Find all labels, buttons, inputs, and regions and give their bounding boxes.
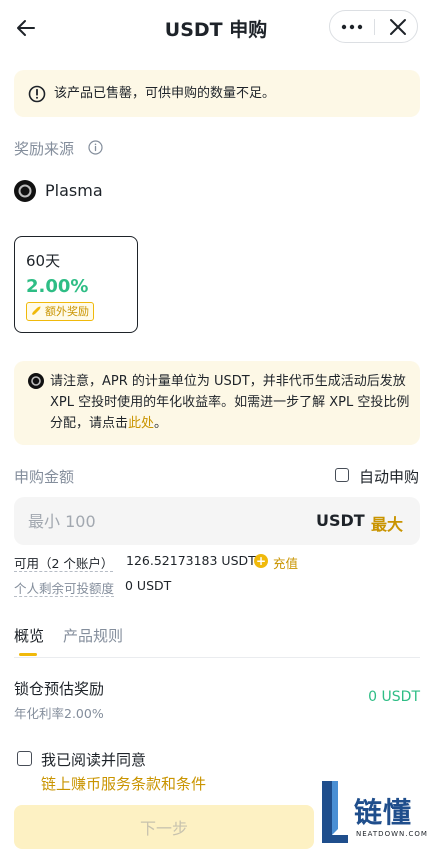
tab-overview[interactable]: 概览	[14, 625, 44, 646]
rocket-icon	[32, 306, 41, 315]
extra-reward-label: 额外奖励	[45, 305, 89, 318]
sold-out-alert: 该产品已售罄，可供申购的数量不足。	[14, 70, 420, 117]
apr-notice: 请注意，APR 的计量单位为 USDT，并非代币生成活动后发放 XPL 空投时使…	[14, 361, 420, 445]
amount-input[interactable]	[14, 497, 294, 545]
watermark-en-text: NEATDOWN.COM	[356, 830, 428, 838]
amount-unit: USDT	[316, 511, 365, 530]
pill-divider	[374, 19, 375, 35]
watermark-l-icon	[322, 781, 348, 843]
auto-subscribe-checkbox[interactable]	[335, 468, 349, 482]
nav-action-pill	[329, 10, 418, 43]
agreement-label: 我已阅读并同意	[41, 751, 147, 769]
terms-link[interactable]: 链上赚币服务条款和条件	[41, 773, 206, 794]
lock-reward-title: 锁仓预估奖励	[14, 680, 105, 698]
available-value: 126.52173183 USDT	[126, 553, 256, 568]
notice-text-end: 。	[154, 416, 168, 431]
reward-source-label: 奖励来源	[14, 140, 75, 158]
tab-product-rules[interactable]: 产品规则	[63, 625, 123, 646]
notice-text-body: 请注意，APR 的计量单位为 USDT，并非代币生成活动后发放 XPL 空投时使…	[50, 374, 410, 431]
available-label[interactable]: 可用（2 个账户）	[14, 556, 114, 572]
available-balance-row: 可用（2 个账户） 126.52173183 USDT + 充值	[14, 553, 298, 573]
lock-reward-value: 0 USDT	[368, 689, 420, 705]
close-icon[interactable]	[386, 15, 410, 39]
more-dots-icon[interactable]	[340, 19, 364, 35]
duration-rate: 2.00%	[26, 276, 89, 297]
max-button[interactable]: 最大	[371, 511, 403, 535]
info-icon[interactable]	[88, 140, 103, 155]
tab-bar: 概览 产品规则	[14, 625, 420, 658]
plasma-logo-icon	[28, 373, 44, 389]
amount-input-box: USDT 最大	[14, 497, 420, 545]
recharge-link[interactable]: 充值	[273, 553, 298, 572]
alert-text: 该产品已售罄，可供申购的数量不足。	[54, 86, 276, 101]
remaining-quota-label[interactable]: 个人剩余可投额度	[14, 581, 115, 597]
agreement-checkbox[interactable]	[17, 751, 32, 766]
plus-circle-icon[interactable]: +	[254, 554, 268, 568]
extra-reward-badge: 额外奖励	[26, 302, 94, 321]
duration-days: 60天	[26, 252, 61, 270]
remaining-quota-row: 个人剩余可投额度 0 USDT	[14, 578, 171, 598]
notice-link[interactable]: 此处	[128, 416, 154, 431]
remaining-quota-value: 0 USDT	[125, 578, 172, 593]
reward-source-name: Plasma	[45, 181, 103, 200]
duration-card[interactable]: 60天 2.00% 额外奖励	[14, 236, 138, 333]
watermark-cn-text: 链懂	[354, 796, 413, 829]
warning-circle-icon	[28, 85, 46, 103]
next-step-button[interactable]: 下一步	[14, 805, 314, 849]
auto-subscribe-label: 自动申购	[359, 468, 420, 486]
subscribe-amount-label: 申购金额	[14, 468, 75, 486]
lock-annual-rate: 年化利率2.00%	[14, 706, 104, 721]
plasma-logo-icon	[14, 180, 36, 202]
watermark-logo: 链懂 NEATDOWN.COM	[318, 777, 432, 849]
tab-active-indicator	[19, 653, 37, 656]
notice-text: 请注意，APR 的计量单位为 USDT，并非代币生成活动后发放 XPL 空投时使…	[50, 371, 412, 434]
top-nav-bar: USDT 申购	[0, 0, 432, 56]
